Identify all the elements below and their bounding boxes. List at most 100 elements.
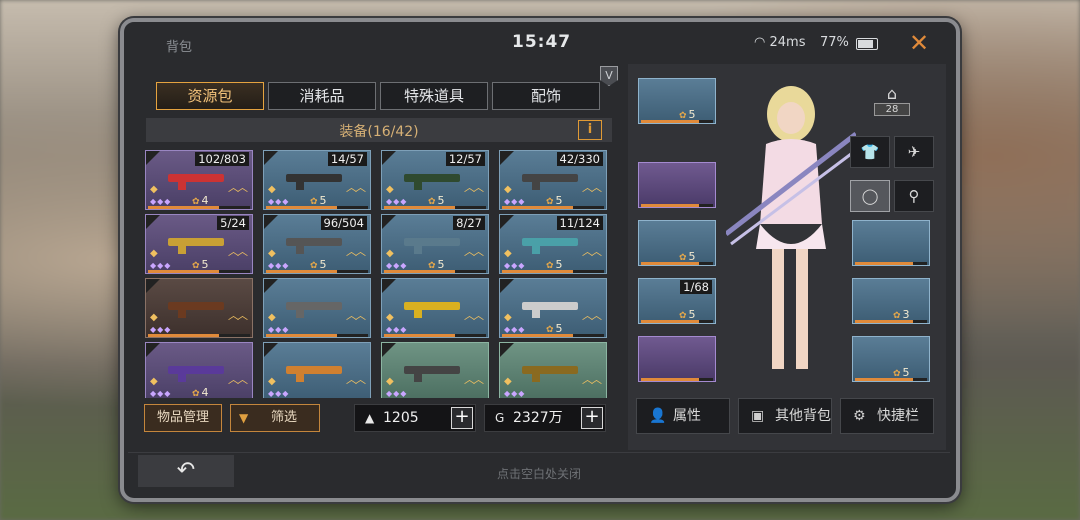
upgrade-icon: ︿︿ <box>464 181 484 194</box>
rank-icon: ◆ <box>150 184 158 195</box>
weapon-icon <box>522 302 578 318</box>
turret-icon[interactable]: ⚲ <box>894 180 934 212</box>
upgrade-icon: ︿︿ <box>346 373 366 386</box>
equipment-slot[interactable]: 3 <box>852 278 930 324</box>
durability-bar <box>641 320 713 323</box>
category-tabs: 资源包 消耗品 特殊道具 配饰 <box>156 82 600 110</box>
quality-dots: ◆◆◆ <box>150 389 172 398</box>
equipment-slot[interactable] <box>638 336 716 382</box>
quality-dots: ◆◆◆ <box>268 389 290 398</box>
character-model[interactable] <box>726 74 856 384</box>
equipment-slot[interactable] <box>852 220 930 266</box>
item-management-button[interactable]: 物品管理 <box>144 404 222 432</box>
equipment-slot[interactable]: 5 <box>638 220 716 266</box>
weapon-icon <box>286 238 342 254</box>
quality-dots: ◆◆◆ <box>386 325 408 334</box>
rarity-corner-icon <box>500 151 514 165</box>
inventory-slot[interactable]: ◆︿︿◆◆◆5 <box>499 278 607 338</box>
attributes-button[interactable]: 👤 属性 <box>636 398 730 434</box>
inventory-slot[interactable]: 8/27◆︿︿◆◆◆5 <box>381 214 489 274</box>
item-count: 14/57 <box>327 152 367 166</box>
close-button[interactable]: ✕ <box>904 30 934 56</box>
durability-bar <box>502 270 604 273</box>
weapon-icon <box>522 174 578 190</box>
dorm-level-badge[interactable]: ⌂ 28 <box>874 84 910 116</box>
chevron-down-icon: ▼ <box>239 411 249 425</box>
tab-consumables[interactable]: 消耗品 <box>268 82 376 110</box>
ring-icon[interactable]: ◯ <box>850 180 890 212</box>
gear-icon: ⚙ <box>853 408 866 424</box>
upgrade-icon: ︿︿ <box>464 309 484 322</box>
durability-bar <box>266 270 368 273</box>
inventory-slot[interactable]: ◆ ︿︿ ◆◆◆ <box>499 342 607 398</box>
inventory-slot[interactable]: 5/24◆︿︿◆◆◆5 <box>145 214 253 274</box>
weapon-icon <box>404 238 460 254</box>
rank-icon: ◆ <box>268 312 276 323</box>
tab-accessories[interactable]: 配饰 <box>492 82 600 110</box>
durability-bar <box>384 334 486 337</box>
ping: ◠ 24ms <box>754 35 805 50</box>
inventory-slot[interactable]: ◆ ︿︿ ◆◆◆ <box>381 342 489 398</box>
inventory-slot[interactable]: 102/803◆︿︿◆◆◆4 <box>145 150 253 210</box>
item-count: 96/504 <box>320 216 367 230</box>
inventory-slot[interactable]: 42/330◆︿︿◆◆◆5 <box>499 150 607 210</box>
rank-icon: ◆ <box>150 376 158 387</box>
tab-resource-pack[interactable]: 资源包 <box>156 82 264 110</box>
equipment-slot[interactable]: 5 <box>638 78 716 124</box>
upgrade-icon: ︿︿ <box>464 245 484 258</box>
rank-icon: ◆ <box>268 184 276 195</box>
rarity-corner-icon <box>500 279 514 293</box>
outfit-icon[interactable]: 👕 <box>850 136 890 168</box>
quality-dots: ◆◆◆ <box>386 389 408 398</box>
inventory-slot[interactable]: 96/504◆︿︿◆◆◆5 <box>263 214 371 274</box>
status-bar: 背包 15:47 ◠ 24ms 77% ✕ <box>124 26 954 60</box>
house-icon: ⌂ <box>886 84 898 103</box>
add-gold-button[interactable]: + <box>451 407 473 429</box>
add-coins-button[interactable]: + <box>581 407 603 429</box>
inventory-slot[interactable]: ◆ ︿︿ ◆◆◆ <box>263 278 371 338</box>
rarity-corner-icon <box>264 215 278 229</box>
info-icon[interactable]: i <box>578 120 602 140</box>
durability-bar <box>266 334 368 337</box>
inventory-slot[interactable]: ◆ ︿︿ ◆◆◆ <box>381 278 489 338</box>
equipment-slot[interactable] <box>638 162 716 208</box>
weapon-icon <box>168 174 224 190</box>
durability-bar <box>148 206 250 209</box>
tab-special-items[interactable]: 特殊道具 <box>380 82 488 110</box>
filter-button[interactable]: ▼ 筛选 <box>230 404 320 432</box>
coin-amount: 2327万 <box>513 410 563 426</box>
close-hint: 点击空白处关闭 <box>496 467 581 481</box>
inventory-slot[interactable]: ◆ ︿︿ ◆◆◆ <box>263 342 371 398</box>
quickbar-button[interactable]: ⚙ 快捷栏 <box>840 398 934 434</box>
other-bags-button[interactable]: ▣ 其他背包 <box>738 398 832 434</box>
ping-value: 24ms <box>769 35 806 50</box>
weapon-icon <box>286 302 342 318</box>
durability-bar <box>855 262 927 265</box>
item-count: 5/24 <box>217 216 249 230</box>
backpack-icon: ▣ <box>751 408 765 424</box>
inventory-slot[interactable]: 14/57◆︿︿◆◆◆5 <box>263 150 371 210</box>
person-icon: 👤 <box>649 408 667 424</box>
rank-icon: ◆ <box>504 312 512 323</box>
rarity-corner-icon <box>146 215 160 229</box>
equipment-slot[interactable]: 1/685 <box>638 278 716 324</box>
section-header: 装备(16/42) i <box>146 118 612 142</box>
vip-badge-icon[interactable]: V <box>600 66 618 86</box>
equipment-slot[interactable]: 5 <box>852 336 930 382</box>
inventory-slot[interactable]: 11/124◆︿︿◆◆◆5 <box>499 214 607 274</box>
rarity-corner-icon <box>382 151 396 165</box>
weapon-icon <box>404 366 460 382</box>
inventory-slot[interactable]: 12/57◆︿︿◆◆◆5 <box>381 150 489 210</box>
upgrade-icon: ︿︿ <box>346 181 366 194</box>
upgrade-icon: ︿︿ <box>228 245 248 258</box>
inventory-slot[interactable]: ◆ ︿︿ ◆◆◆ <box>145 278 253 338</box>
inventory-slot[interactable]: ◆ ︿︿ ◆◆◆ 4 <box>145 342 253 398</box>
inventory-grid: 102/803◆︿︿◆◆◆4 14/57 ◆︿︿◆◆◆5 12/57◆︿︿◆◆◆542… <box>145 150 615 398</box>
drone-icon[interactable]: ✈ <box>894 136 934 168</box>
durability-bar <box>641 262 713 265</box>
item-count: 11/124 <box>556 216 603 230</box>
durability-bar <box>148 334 250 337</box>
currency-gold: ▲ 1205 + <box>354 404 476 432</box>
weapon-icon <box>522 366 578 382</box>
quality-dots: ◆◆◆ <box>504 389 526 398</box>
